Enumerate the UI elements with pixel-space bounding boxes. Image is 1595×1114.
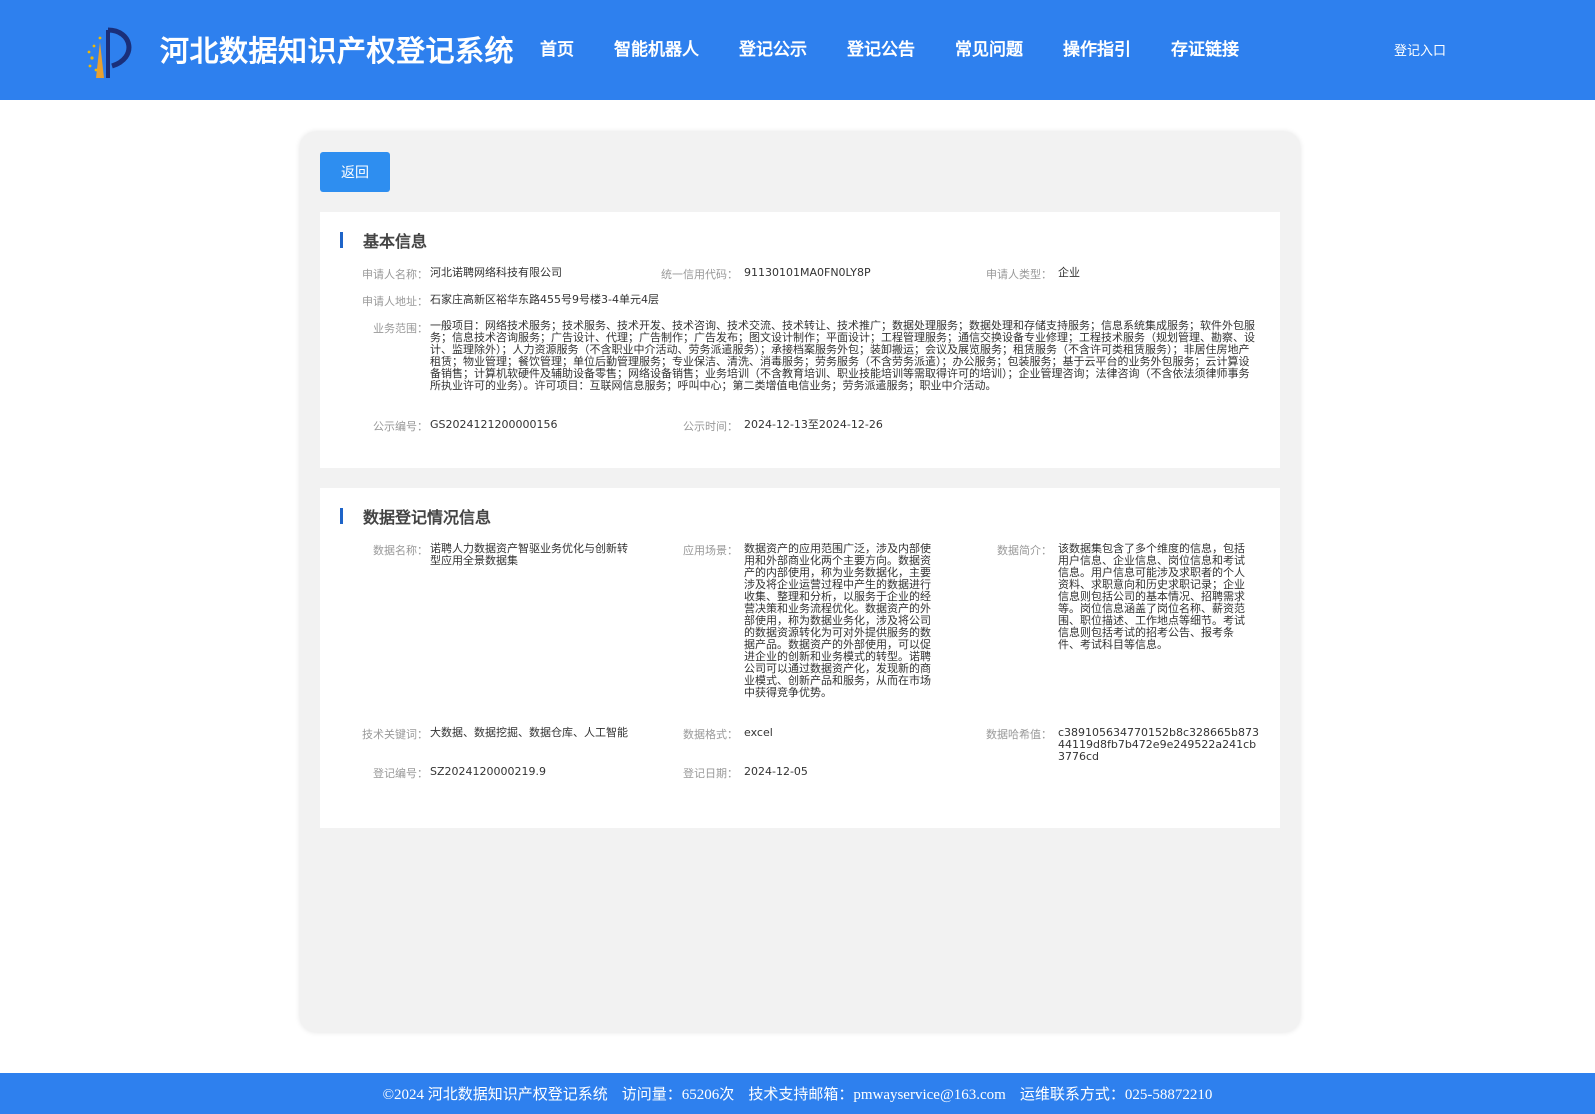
section-title: 基本信息 [363,232,428,251]
nav-evidence-link[interactable]: 存证链接 [1171,35,1239,60]
nav-robot[interactable]: 智能机器人 [614,35,699,60]
notice-no-value: GS2024121200000156 [430,418,558,431]
applicant-type-value: 企业 [1058,266,1080,279]
format-label: 数据格式： [683,728,738,741]
nav-home[interactable]: 首页 [540,35,574,60]
section-marker [340,232,343,248]
hash-label: 数据哈希值： [986,728,1052,741]
reg-no-value: SZ2024120000219.9 [430,765,546,778]
applicant-name-value: 河北诺聘网络科技有限公司 [430,266,562,279]
reg-no-label: 登记编号： [373,767,428,780]
site-title: 河北数据知识产权登记系统 [160,34,515,68]
scope-label: 业务范围： [373,322,428,335]
hash-value: c389105634770152b8c328665b87344119d8fb7b… [1058,726,1260,763]
format-value: excel [744,726,773,739]
scenario-value: 数据资产的应用范围广泛，涉及内部使用和外部商业化两个主要方向。数据资产的内部使用… [744,543,931,699]
intro-label: 数据简介： [997,544,1052,557]
credit-code-value: 91130101MA0FN0LY8P [744,266,871,279]
notice-no-label: 公示编号： [373,420,428,433]
footer-email: 技术支持邮箱：pmwayservice@163.com [748,1087,1006,1103]
keywords-value: 大数据、数据挖掘、数据仓库、人工智能 [430,726,628,739]
data-name-value: 诺聘人力数据资产智驱业务优化与创新转型应用全景数据集 [430,542,628,567]
reg-date-label: 登记日期： [683,767,738,780]
nav-announcement[interactable]: 登记公告 [847,35,915,60]
top-header: 河北数据知识产权登记系统 首页 智能机器人 登记公示 登记公告 常见问题 操作指… [0,0,1595,100]
data-registration-heading: 数据登记情况信息 [340,506,492,527]
section-marker [340,508,343,524]
logo-icon [87,27,132,78]
nav-guide[interactable]: 操作指引 [1063,35,1131,60]
reg-date-value: 2024-12-05 [744,765,808,778]
data-name-label: 数据名称： [373,544,428,557]
section-title: 数据登记情况信息 [363,508,492,527]
login-link[interactable]: 登记入口 [1394,40,1446,59]
credit-code-label: 统一信用代码： [661,268,738,281]
page-footer: ©2024 河北数据知识产权登记系统 访问量：65206次 技术支持邮箱：pmw… [0,1073,1595,1114]
address-label: 申请人地址： [362,295,428,308]
notice-time-value: 2024-12-13至2024-12-26 [744,418,883,431]
footer-contact: 运维联系方式：025-58872210 [1019,1087,1213,1103]
footer-copyright: ©2024 河北数据知识产权登记系统 [382,1087,608,1103]
applicant-name-label: 申请人名称： [362,268,428,281]
data-registration-card: 数据登记情况信息 数据名称： 诺聘人力数据资产智驱业务优化与创新转型应用全景数据… [320,488,1280,828]
footer-visits: 访问量：65206次 [621,1087,735,1103]
nav-publicity[interactable]: 登记公示 [739,35,807,60]
nav-faq[interactable]: 常见问题 [955,35,1023,60]
basic-info-card: 基本信息 申请人名称： 河北诺聘网络科技有限公司 统一信用代码： 9113010… [320,212,1280,468]
basic-info-heading: 基本信息 [340,230,428,251]
keywords-label: 技术关键词： [362,728,428,741]
applicant-type-label: 申请人类型： [986,268,1052,281]
back-button[interactable]: 返回 [320,152,390,192]
scope-value: 一般项目：网络技术服务；技术服务、技术开发、技术咨询、技术交流、技术转让、技术推… [430,320,1255,392]
intro-value: 该数据集包含了多个维度的信息，包括用户信息、企业信息、岗位信息和考试信息。用户信… [1058,543,1245,651]
detail-panel: 返回 基本信息 申请人名称： 河北诺聘网络科技有限公司 统一信用代码： 9113… [300,132,1300,1032]
notice-time-label: 公示时间： [683,420,738,433]
address-value: 石家庄高新区裕华东路455号9号楼3-4单元4层 [430,293,659,306]
scenario-label: 应用场景： [683,544,738,557]
